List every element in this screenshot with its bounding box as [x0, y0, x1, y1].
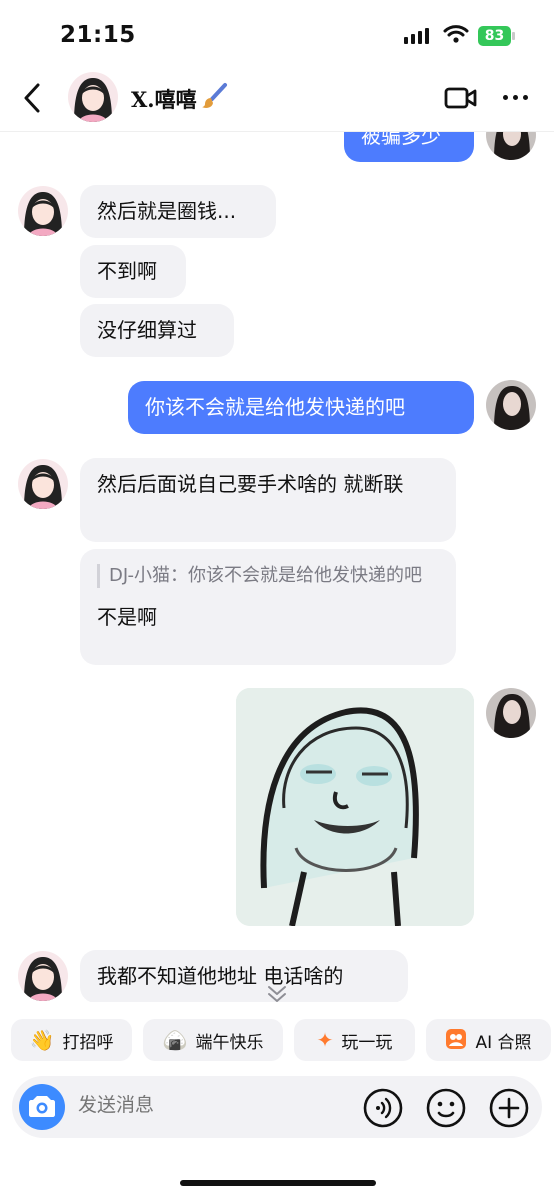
quick-action-label: 端午快乐: [195, 1032, 264, 1053]
sticker-message[interactable]: [236, 688, 474, 926]
message-bubble-incoming[interactable]: 我都不知道他地址 电话啥的: [80, 950, 408, 1002]
more-dots-icon: [503, 95, 508, 100]
message-bubble-incoming[interactable]: 然后就是圈钱...: [80, 185, 276, 238]
wave-emoji-icon: 👋: [29, 1028, 55, 1052]
emoji-button[interactable]: [425, 1087, 467, 1133]
my-avatar[interactable]: [486, 688, 536, 738]
quick-action-label: AI 合照: [475, 1032, 532, 1053]
message-text: 你该不会就是给他发快递的吧: [145, 395, 405, 419]
message-text: 不是啊: [97, 605, 157, 629]
quick-action-label: 玩一玩: [341, 1032, 393, 1053]
message-input[interactable]: [78, 1094, 338, 1116]
message-bubble-incoming[interactable]: 不到啊: [80, 245, 186, 298]
zongzi-icon: 🍙: [162, 1028, 188, 1052]
chat-history[interactable]: 被骗多少 然后就是圈钱... 不到啊 没仔细算过 你该不会就是给他发快递的吧 然…: [0, 132, 554, 1002]
smiley-icon: [426, 1088, 466, 1128]
message-bubble-incoming[interactable]: 然后后面说自己要手术啥的 就断联: [80, 458, 456, 542]
message-bubble-incoming[interactable]: 没仔细算过: [80, 304, 234, 357]
quick-action-ai-photo[interactable]: AI 合照: [426, 1019, 551, 1061]
ai-photo-icon: [445, 1028, 467, 1053]
voice-input-button[interactable]: [362, 1087, 404, 1133]
chevron-left-icon: [24, 83, 40, 113]
contact-avatar[interactable]: [18, 186, 68, 236]
quick-action-label: 打招呼: [62, 1032, 114, 1053]
message-text: 然后就是圈钱...: [97, 199, 237, 223]
quoted-message[interactable]: DJ-小猫：你该不会就是给他发快递的吧: [97, 564, 439, 588]
scroll-to-bottom-button[interactable]: [265, 984, 289, 1008]
contact-avatar[interactable]: [68, 72, 118, 122]
voice-icon: [363, 1088, 403, 1128]
message-text: 没仔细算过: [97, 318, 197, 342]
battery-tip: [512, 32, 515, 40]
sparkle-icon: ✦: [316, 1028, 334, 1052]
my-avatar[interactable]: [486, 132, 536, 160]
message-bubble-outgoing[interactable]: 你该不会就是给他发快递的吧: [128, 381, 474, 434]
message-bubble-outgoing[interactable]: 被骗多少: [344, 132, 474, 162]
camera-button[interactable]: [19, 1084, 65, 1130]
double-chevron-down-icon: [268, 986, 286, 1002]
status-time: 21:15: [60, 22, 136, 48]
more-input-button[interactable]: [488, 1087, 530, 1133]
video-call-button[interactable]: [444, 86, 478, 114]
quick-action-play[interactable]: ✦ 玩一玩: [294, 1019, 415, 1061]
video-camera-icon: [444, 87, 477, 109]
quick-action-greet[interactable]: 👋 打招呼: [11, 1019, 132, 1061]
battery-indicator: 83: [478, 26, 511, 46]
message-bubble-reply[interactable]: DJ-小猫：你该不会就是给他发快递的吧 不是啊: [80, 549, 456, 665]
cellular-signal-icon: [404, 28, 429, 44]
back-button[interactable]: [20, 82, 46, 118]
contact-avatar[interactable]: [18, 951, 68, 1001]
contact-avatar[interactable]: [18, 459, 68, 509]
message-text: 我都不知道他地址 电话啥的: [97, 964, 344, 988]
message-text: 不到啊: [97, 259, 157, 283]
my-avatar[interactable]: [486, 380, 536, 430]
camera-icon: [29, 1096, 55, 1117]
more-options-button[interactable]: [503, 95, 528, 100]
plus-circle-icon: [489, 1088, 529, 1128]
contact-name[interactable]: X.嘻嘻: [131, 84, 197, 114]
message-text: 然后后面说自己要手术啥的 就断联: [97, 472, 404, 496]
quick-action-festival[interactable]: 🍙 端午快乐: [143, 1019, 283, 1061]
home-indicator: [180, 1180, 376, 1186]
meme-face-sticker: [236, 688, 474, 926]
message-text: 被骗多少: [361, 132, 441, 148]
paintbrush-icon: [200, 82, 228, 114]
wifi-icon: [443, 24, 469, 48]
